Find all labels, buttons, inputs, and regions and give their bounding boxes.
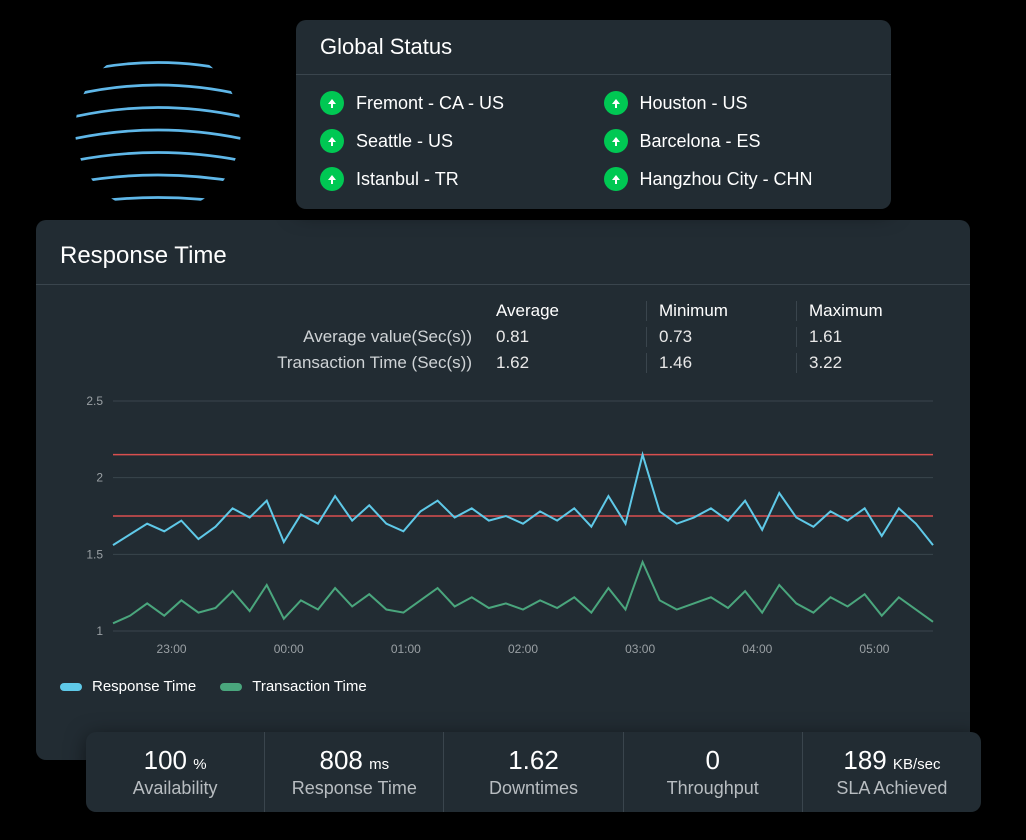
arrow-up-icon [320,167,344,191]
response-time-chart: 1 1.5 2 2.5 23:00 00:00 01:00 02:00 03:00 04:00 05… [60,391,946,661]
arrow-up-icon [604,129,628,153]
legend-swatch [60,683,82,691]
chart-container: 1 1.5 2 2.5 23:00 00:00 01:00 02:00 03:00 04:00 05… [36,381,970,666]
stats-col-header: Average [496,301,646,321]
metric-label: Response Time [292,778,417,799]
metric-value: 808 [320,745,363,775]
chart-series [113,562,933,623]
legend-label: Transaction Time [252,678,367,695]
stats-row-label: Average value(Sec(s)) [60,327,496,347]
metric-value: 189 [843,745,886,775]
metric-label: Availability [133,778,218,799]
status-item[interactable]: Istanbul - TR [320,167,584,191]
svg-text:04:00: 04:00 [742,642,772,656]
metrics-bar: 100 % Availability 808 ms Response Time … [86,732,981,812]
status-item[interactable]: Hangzhou City - CHN [604,167,868,191]
svg-text:1.5: 1.5 [86,547,103,561]
stats-cell: 0.81 [496,327,646,347]
status-label: Houston - US [640,93,748,114]
metric-tile: 189 KB/sec SLA Achieved [803,732,981,812]
arrow-up-icon [604,167,628,191]
svg-text:23:00: 23:00 [157,642,187,656]
status-item[interactable]: Fremont - CA - US [320,91,584,115]
stats-cell: 1.46 [646,353,796,373]
legend-item: Response Time [60,678,196,695]
metric-unit: % [189,756,207,773]
chart-series [113,455,933,545]
globe-decoration [68,40,248,220]
stats-row-label: Transaction Time (Sec(s)) [60,353,496,373]
metric-label: Downtimes [489,778,578,799]
stats-col-header: Minimum [646,301,796,321]
metric-tile: 1.62 Downtimes [444,732,623,812]
metric-value: 0 [705,745,719,775]
stats-cell: 1.61 [796,327,946,347]
arrow-up-icon [320,129,344,153]
svg-text:00:00: 00:00 [274,642,304,656]
legend-item: Transaction Time [220,678,367,695]
status-label: Fremont - CA - US [356,93,504,114]
svg-text:03:00: 03:00 [625,642,655,656]
metric-unit: ms [365,756,389,773]
status-item[interactable]: Houston - US [604,91,868,115]
svg-text:05:00: 05:00 [859,642,889,656]
metric-label: SLA Achieved [836,778,947,799]
metric-tile: 0 Throughput [624,732,803,812]
svg-text:2.5: 2.5 [86,394,103,408]
arrow-up-icon [604,91,628,115]
global-status-title: Global Status [296,20,891,75]
stats-table: AverageMinimumMaximum Average value(Sec(s… [36,285,970,381]
svg-text:01:00: 01:00 [391,642,421,656]
status-label: Seattle - US [356,131,453,152]
status-label: Istanbul - TR [356,169,459,190]
global-status-panel: Global Status Fremont - CA - US Houston … [296,20,891,209]
stats-col-header: Maximum [796,301,946,321]
status-item[interactable]: Barcelona - ES [604,129,868,153]
metric-value: 100 [144,745,187,775]
metric-tile: 100 % Availability [86,732,265,812]
stats-cell: 3.22 [796,353,946,373]
arrow-up-icon [320,91,344,115]
metric-unit: KB/sec [889,756,941,773]
stats-cell: 1.62 [496,353,646,373]
response-time-panel: Response Time AverageMinimumMaximumAvera… [36,220,970,760]
response-time-title: Response Time [36,232,970,285]
metric-label: Throughput [667,778,759,799]
metric-tile: 808 ms Response Time [265,732,444,812]
global-status-list: Fremont - CA - US Houston - US Seattle -… [296,75,891,209]
svg-text:1: 1 [96,624,103,638]
metric-value: 1.62 [508,745,559,775]
legend-swatch [220,683,242,691]
status-label: Hangzhou City - CHN [640,169,813,190]
svg-text:02:00: 02:00 [508,642,538,656]
status-label: Barcelona - ES [640,131,761,152]
status-item[interactable]: Seattle - US [320,129,584,153]
stats-cell: 0.73 [646,327,796,347]
legend-label: Response Time [92,678,196,695]
chart-legend: Response Time Transaction Time [36,666,970,695]
svg-text:2: 2 [96,471,103,485]
